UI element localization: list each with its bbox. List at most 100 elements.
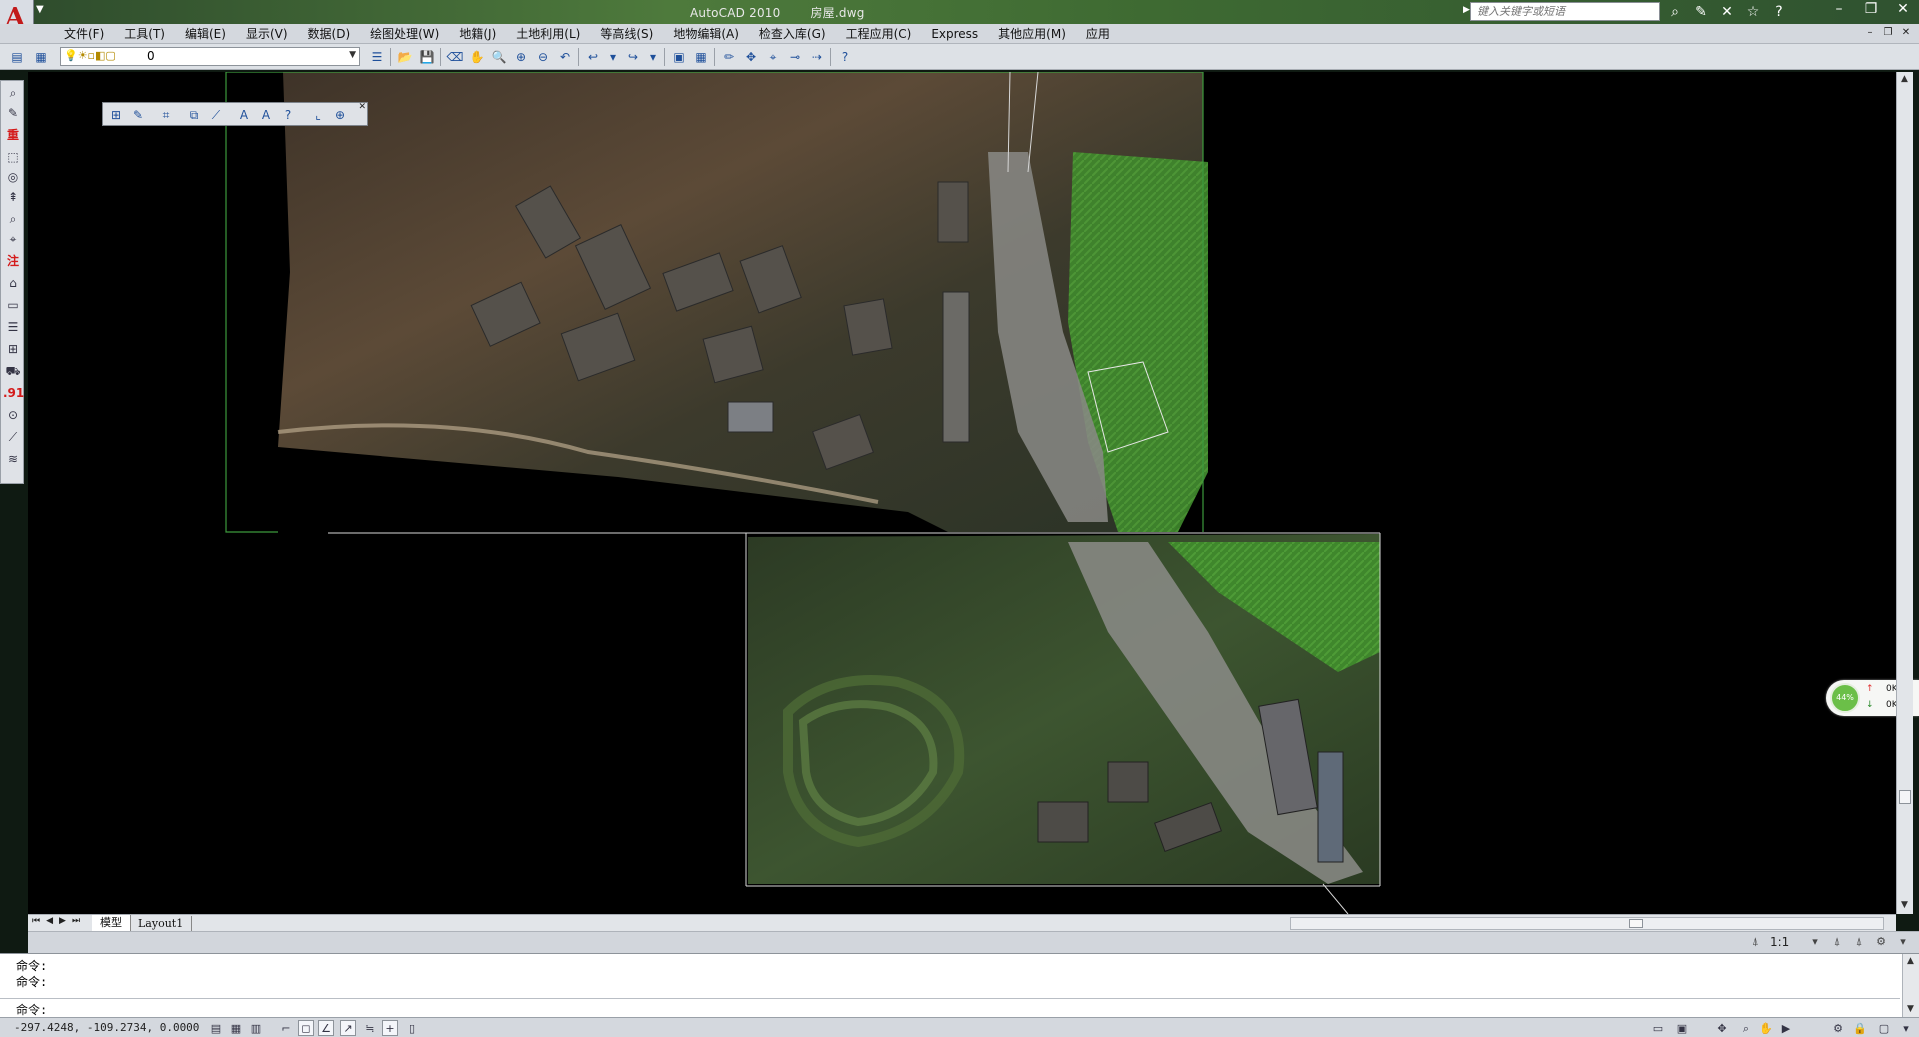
contour-icon[interactable]: ≋: [3, 449, 23, 469]
eraser-icon[interactable]: ⌫: [446, 48, 464, 66]
floating-toolbar[interactable]: ⊞ ✎ ⌗ ⧉ ⟋ A A ? ⌞ ⊕ ✕: [102, 102, 368, 126]
elevation-point-icon[interactable]: .91: [3, 383, 24, 403]
cursor-coordinates[interactable]: -297.4248, -109.2734, 0.0000: [14, 1021, 199, 1034]
showmotion-icon[interactable]: ▶: [1778, 1020, 1794, 1036]
command-input[interactable]: [60, 1000, 1820, 1016]
properties-icon[interactable]: ▣: [670, 48, 688, 66]
menu-item-7[interactable]: 土地利用(L): [506, 26, 590, 42]
horizontal-scrollbar[interactable]: [1290, 917, 1884, 930]
dynamic-ucs-icon[interactable]: ≒: [362, 1020, 378, 1036]
open-file-icon[interactable]: 📂: [396, 48, 414, 66]
zoom-icon[interactable]: ⌕: [1738, 1020, 1754, 1036]
binoculars-icon[interactable]: ⌕: [1664, 2, 1686, 22]
layer-dropdown[interactable]: 💡☀▫◧▢ 0 ▼: [60, 47, 360, 66]
query-icon[interactable]: ◎: [3, 167, 23, 187]
help-icon[interactable]: ?: [279, 106, 297, 124]
zoom-search-icon[interactable]: ⌕: [3, 209, 23, 229]
scroll-thumb[interactable]: [1899, 790, 1911, 804]
help-search-input[interactable]: [1471, 3, 1659, 20]
slope-line-icon[interactable]: ⟋: [3, 427, 23, 447]
scroll-up-icon[interactable]: ▲: [1907, 956, 1914, 966]
annotation-scale-icon[interactable]: ⍋: [1752, 935, 1759, 951]
menu-item-1[interactable]: 工具(T): [114, 26, 175, 42]
zoom-previous-icon[interactable]: ↶: [556, 48, 574, 66]
menu-item-8[interactable]: 等高线(S): [590, 26, 663, 42]
restore-icon[interactable]: ❐: [1855, 0, 1887, 20]
layer-properties-icon[interactable]: ▤: [8, 48, 26, 66]
infer-constraints-icon[interactable]: ▤: [208, 1020, 224, 1036]
scroll-down-icon[interactable]: ▼: [1901, 900, 1908, 910]
scroll-thumb[interactable]: [1629, 919, 1643, 928]
text-icon[interactable]: A: [257, 106, 275, 124]
menu-item-14[interactable]: 应用: [1076, 26, 1120, 42]
vertical-scrollbar[interactable]: ▲ ▼: [1896, 72, 1913, 914]
help-icon[interactable]: ?: [836, 48, 854, 66]
undo-icon[interactable]: ↩: [584, 48, 602, 66]
wrench-icon[interactable]: ✎: [1690, 2, 1712, 22]
pan-icon[interactable]: ✋: [468, 48, 486, 66]
tab-model[interactable]: 模型: [92, 915, 131, 931]
favorites-star-icon[interactable]: ☆: [1742, 2, 1764, 22]
move-icon[interactable]: ✥: [742, 48, 760, 66]
layer-state-icon[interactable]: ▦: [32, 48, 50, 66]
first-tab-icon[interactable]: ⏮: [32, 916, 40, 926]
dynamic-input-icon[interactable]: +: [382, 1020, 398, 1036]
menu-item-13[interactable]: 其他应用(M): [988, 26, 1076, 42]
locate-icon[interactable]: ⌖: [3, 229, 23, 249]
vehicle-icon[interactable]: ⛟: [3, 361, 23, 381]
doc-minimize-icon[interactable]: –: [1863, 26, 1877, 40]
grid-icon[interactable]: ▦: [228, 1020, 244, 1036]
house-outline-icon[interactable]: ⌂: [3, 273, 23, 293]
polar-tracking-icon[interactable]: ◻: [298, 1020, 314, 1036]
design-center-icon[interactable]: ▦: [692, 48, 710, 66]
make-current-layer-icon[interactable]: ☰: [368, 48, 386, 66]
coordinate-icon[interactable]: ⊕: [331, 106, 349, 124]
menu-item-3[interactable]: 显示(V): [236, 26, 298, 42]
auto-scale-icon[interactable]: ⍋: [1850, 935, 1868, 951]
circle-point-icon[interactable]: ⊙: [3, 405, 23, 425]
workspace-icon[interactable]: ⚙: [1872, 935, 1890, 951]
menu-item-11[interactable]: 工程应用(C): [836, 26, 922, 42]
menu-item-2[interactable]: 编辑(E): [175, 26, 236, 42]
road-line-icon[interactable]: ☰: [3, 317, 23, 337]
close-icon[interactable]: ✕: [358, 102, 366, 112]
menu-item-5[interactable]: 绘图处理(W): [360, 26, 449, 42]
steering-wheel-icon[interactable]: ✥: [1714, 1020, 1730, 1036]
minimize-icon[interactable]: –: [1823, 0, 1855, 20]
menu-item-6[interactable]: 地籍(J): [449, 26, 506, 42]
menu-item-9[interactable]: 地物编辑(A): [663, 26, 749, 42]
quick-access-dropdown-icon[interactable]: ▼: [36, 4, 50, 20]
lock-icon[interactable]: 🔒: [1852, 1020, 1868, 1036]
zoom-extents-icon[interactable]: ⊖: [534, 48, 552, 66]
lineweight-icon[interactable]: ▯: [404, 1020, 420, 1036]
zoom-window-icon[interactable]: ⊕: [512, 48, 530, 66]
doc-restore-icon[interactable]: ❐: [1881, 26, 1895, 40]
stack-icon[interactable]: ⧉: [185, 106, 203, 124]
draw-line-icon[interactable]: ✏: [720, 48, 738, 66]
scroll-up-icon[interactable]: ▲: [1901, 74, 1908, 84]
tray-menu-icon[interactable]: ▾: [1894, 935, 1912, 951]
measure-icon[interactable]: ⊸: [786, 48, 804, 66]
menu-item-4[interactable]: 数据(D): [298, 26, 361, 42]
annotation-visibility-icon[interactable]: ⍋: [1828, 935, 1846, 951]
annotation-scale[interactable]: 1:1: [1770, 935, 1789, 949]
object-snap-tracking-icon[interactable]: ↗: [340, 1020, 356, 1036]
save-icon[interactable]: 💾: [418, 48, 436, 66]
fence-icon[interactable]: ⊞: [3, 339, 23, 359]
tab-layout1[interactable]: Layout1: [130, 916, 193, 931]
model-space-icon[interactable]: ▭: [1650, 1020, 1666, 1036]
menu-item-10[interactable]: 检查入库(G): [749, 26, 836, 42]
height-icon[interactable]: ⇞: [3, 187, 23, 207]
doc-close-icon[interactable]: ✕: [1899, 26, 1913, 40]
menu-item-0[interactable]: 文件(F): [54, 26, 114, 42]
object-snap-icon[interactable]: ∠: [318, 1020, 334, 1036]
annotate-tool-icon[interactable]: 注: [3, 251, 23, 271]
next-tab-icon[interactable]: ▶: [59, 916, 66, 926]
redo-icon[interactable]: ↪: [624, 48, 642, 66]
snap-icon[interactable]: ▥: [248, 1020, 264, 1036]
fullscreen-icon[interactable]: ▢: [1876, 1020, 1892, 1036]
drawing-canvas[interactable]: ⊞ ✎ ⌗ ⧉ ⟋ A A ? ⌞ ⊕ ✕: [28, 72, 1896, 914]
help-search-box[interactable]: [1470, 2, 1660, 21]
dimension-box-icon[interactable]: ⌗: [157, 106, 175, 124]
redo-dropdown-icon[interactable]: ▾: [644, 48, 662, 66]
